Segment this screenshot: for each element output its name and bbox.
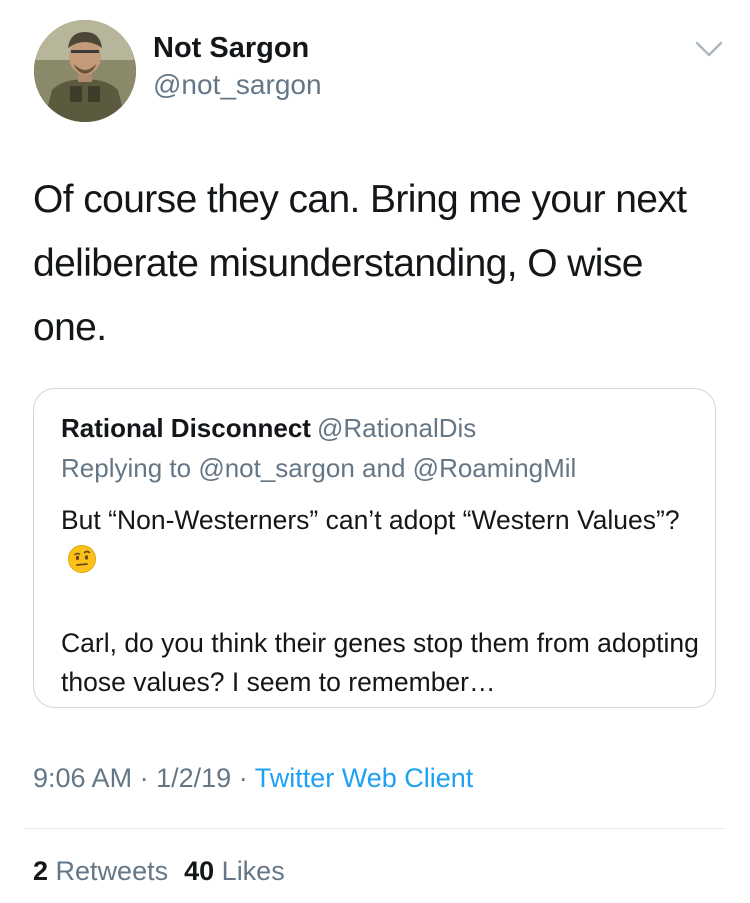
likes-count: 40 <box>184 856 215 886</box>
reply-mention-1: @not_sargon <box>198 453 355 483</box>
quoted-author-name: Rational Disconnect <box>61 413 311 443</box>
quoted-paragraph-2: Carl, do you think their genes stop them… <box>61 628 699 697</box>
divider <box>25 828 725 829</box>
quoted-tweet-text: But “Non-Westerners” can’t adopt “Wester… <box>61 501 701 702</box>
tweet-time: 9:06 AM <box>33 763 133 793</box>
chevron-down-icon[interactable] <box>692 38 726 60</box>
author-handle[interactable]: @not_sargon <box>153 68 322 102</box>
quoted-tweet-header: Rational Disconnect @RationalDis <box>61 411 476 445</box>
retweets-stat[interactable]: 2 Retweets <box>33 856 168 886</box>
retweets-count: 2 <box>33 856 49 886</box>
engagement-stats: 2 Retweets 40 Likes <box>33 853 285 889</box>
tweet-source-link[interactable]: Twitter Web Client <box>255 763 474 793</box>
reply-mention-2: @RoamingMil <box>412 453 577 483</box>
quoted-paragraph-1: But “Non-Westerners” can’t adopt “Wester… <box>61 501 701 585</box>
meta-separator-2: · <box>238 763 248 793</box>
quoted-author-handle: @RationalDis <box>316 413 477 443</box>
reply-and-label: and <box>362 453 406 483</box>
tweet-date: 1/2/19 <box>156 763 232 793</box>
meta-separator-1: · <box>139 763 149 793</box>
likes-label: Likes <box>221 856 285 886</box>
replying-to-line: Replying to @not_sargon and @RoamingMil <box>61 451 576 485</box>
retweets-label: Retweets <box>55 856 169 886</box>
replying-to-label: Replying to <box>61 453 192 483</box>
raised-eyebrow-emoji-icon <box>67 544 97 585</box>
quoted-tweet-card[interactable]: Rational Disconnect @RationalDis Replying… <box>33 388 716 708</box>
tweet-meta: 9:06 AM · 1/2/19 · Twitter Web Client <box>33 760 473 796</box>
author-avatar[interactable] <box>34 20 136 122</box>
likes-stat[interactable]: 40 Likes <box>184 856 285 886</box>
tweet-text: Of course they can. Bring me your next d… <box>33 178 687 349</box>
quoted-paragraph-1-text: But “Non-Westerners” can’t adopt “Wester… <box>61 505 680 535</box>
author-display-name[interactable]: Not Sargon <box>153 30 309 66</box>
soldier-avatar-icon <box>34 20 136 122</box>
